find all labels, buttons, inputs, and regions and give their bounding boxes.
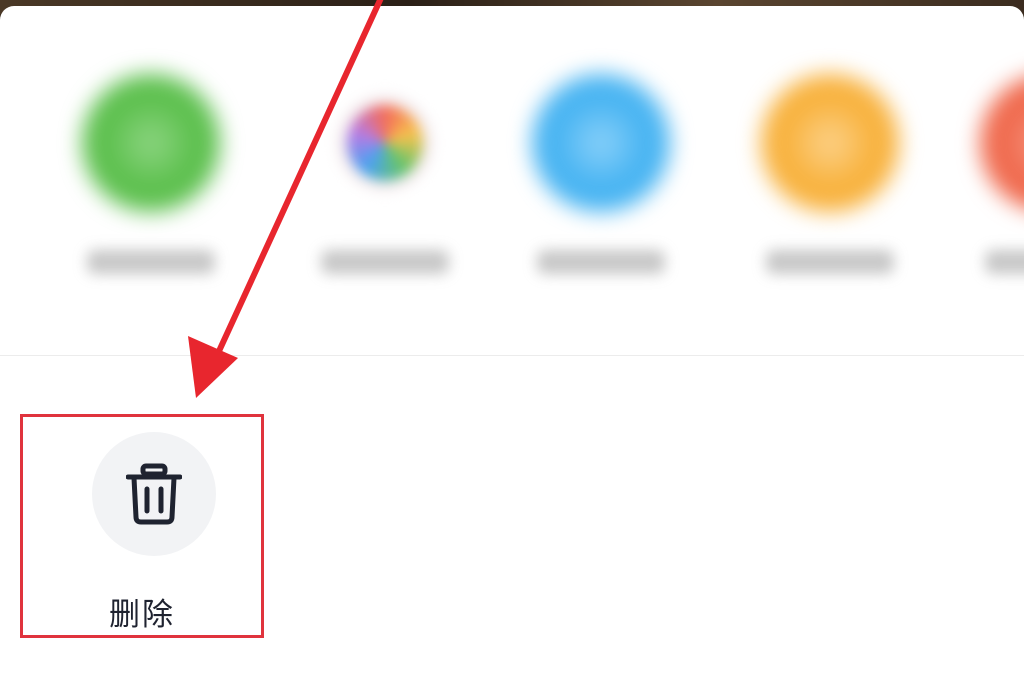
multicolor-share-app-icon [347,105,423,181]
share-app-5[interactable] [964,64,1024,304]
share-app-label [766,250,894,274]
share-app-4[interactable] [745,64,915,304]
share-app-label [87,250,215,274]
orange-share-app-icon [761,74,899,212]
trash-icon [126,463,182,525]
section-divider [0,355,1024,356]
share-app-label [321,250,449,274]
share-app-3[interactable] [516,64,686,304]
share-apps-row [0,6,1024,350]
share-app-2[interactable] [300,64,470,304]
delete-button[interactable]: 删除 [20,414,264,638]
green-share-app-icon [82,74,220,212]
blue-share-app-icon [532,74,670,212]
delete-icon-circle [92,432,216,556]
red-share-app-icon [980,74,1024,212]
delete-label: 删除 [109,597,175,633]
share-app-1[interactable] [66,64,236,304]
share-app-label [985,250,1024,274]
share-app-label [537,250,665,274]
